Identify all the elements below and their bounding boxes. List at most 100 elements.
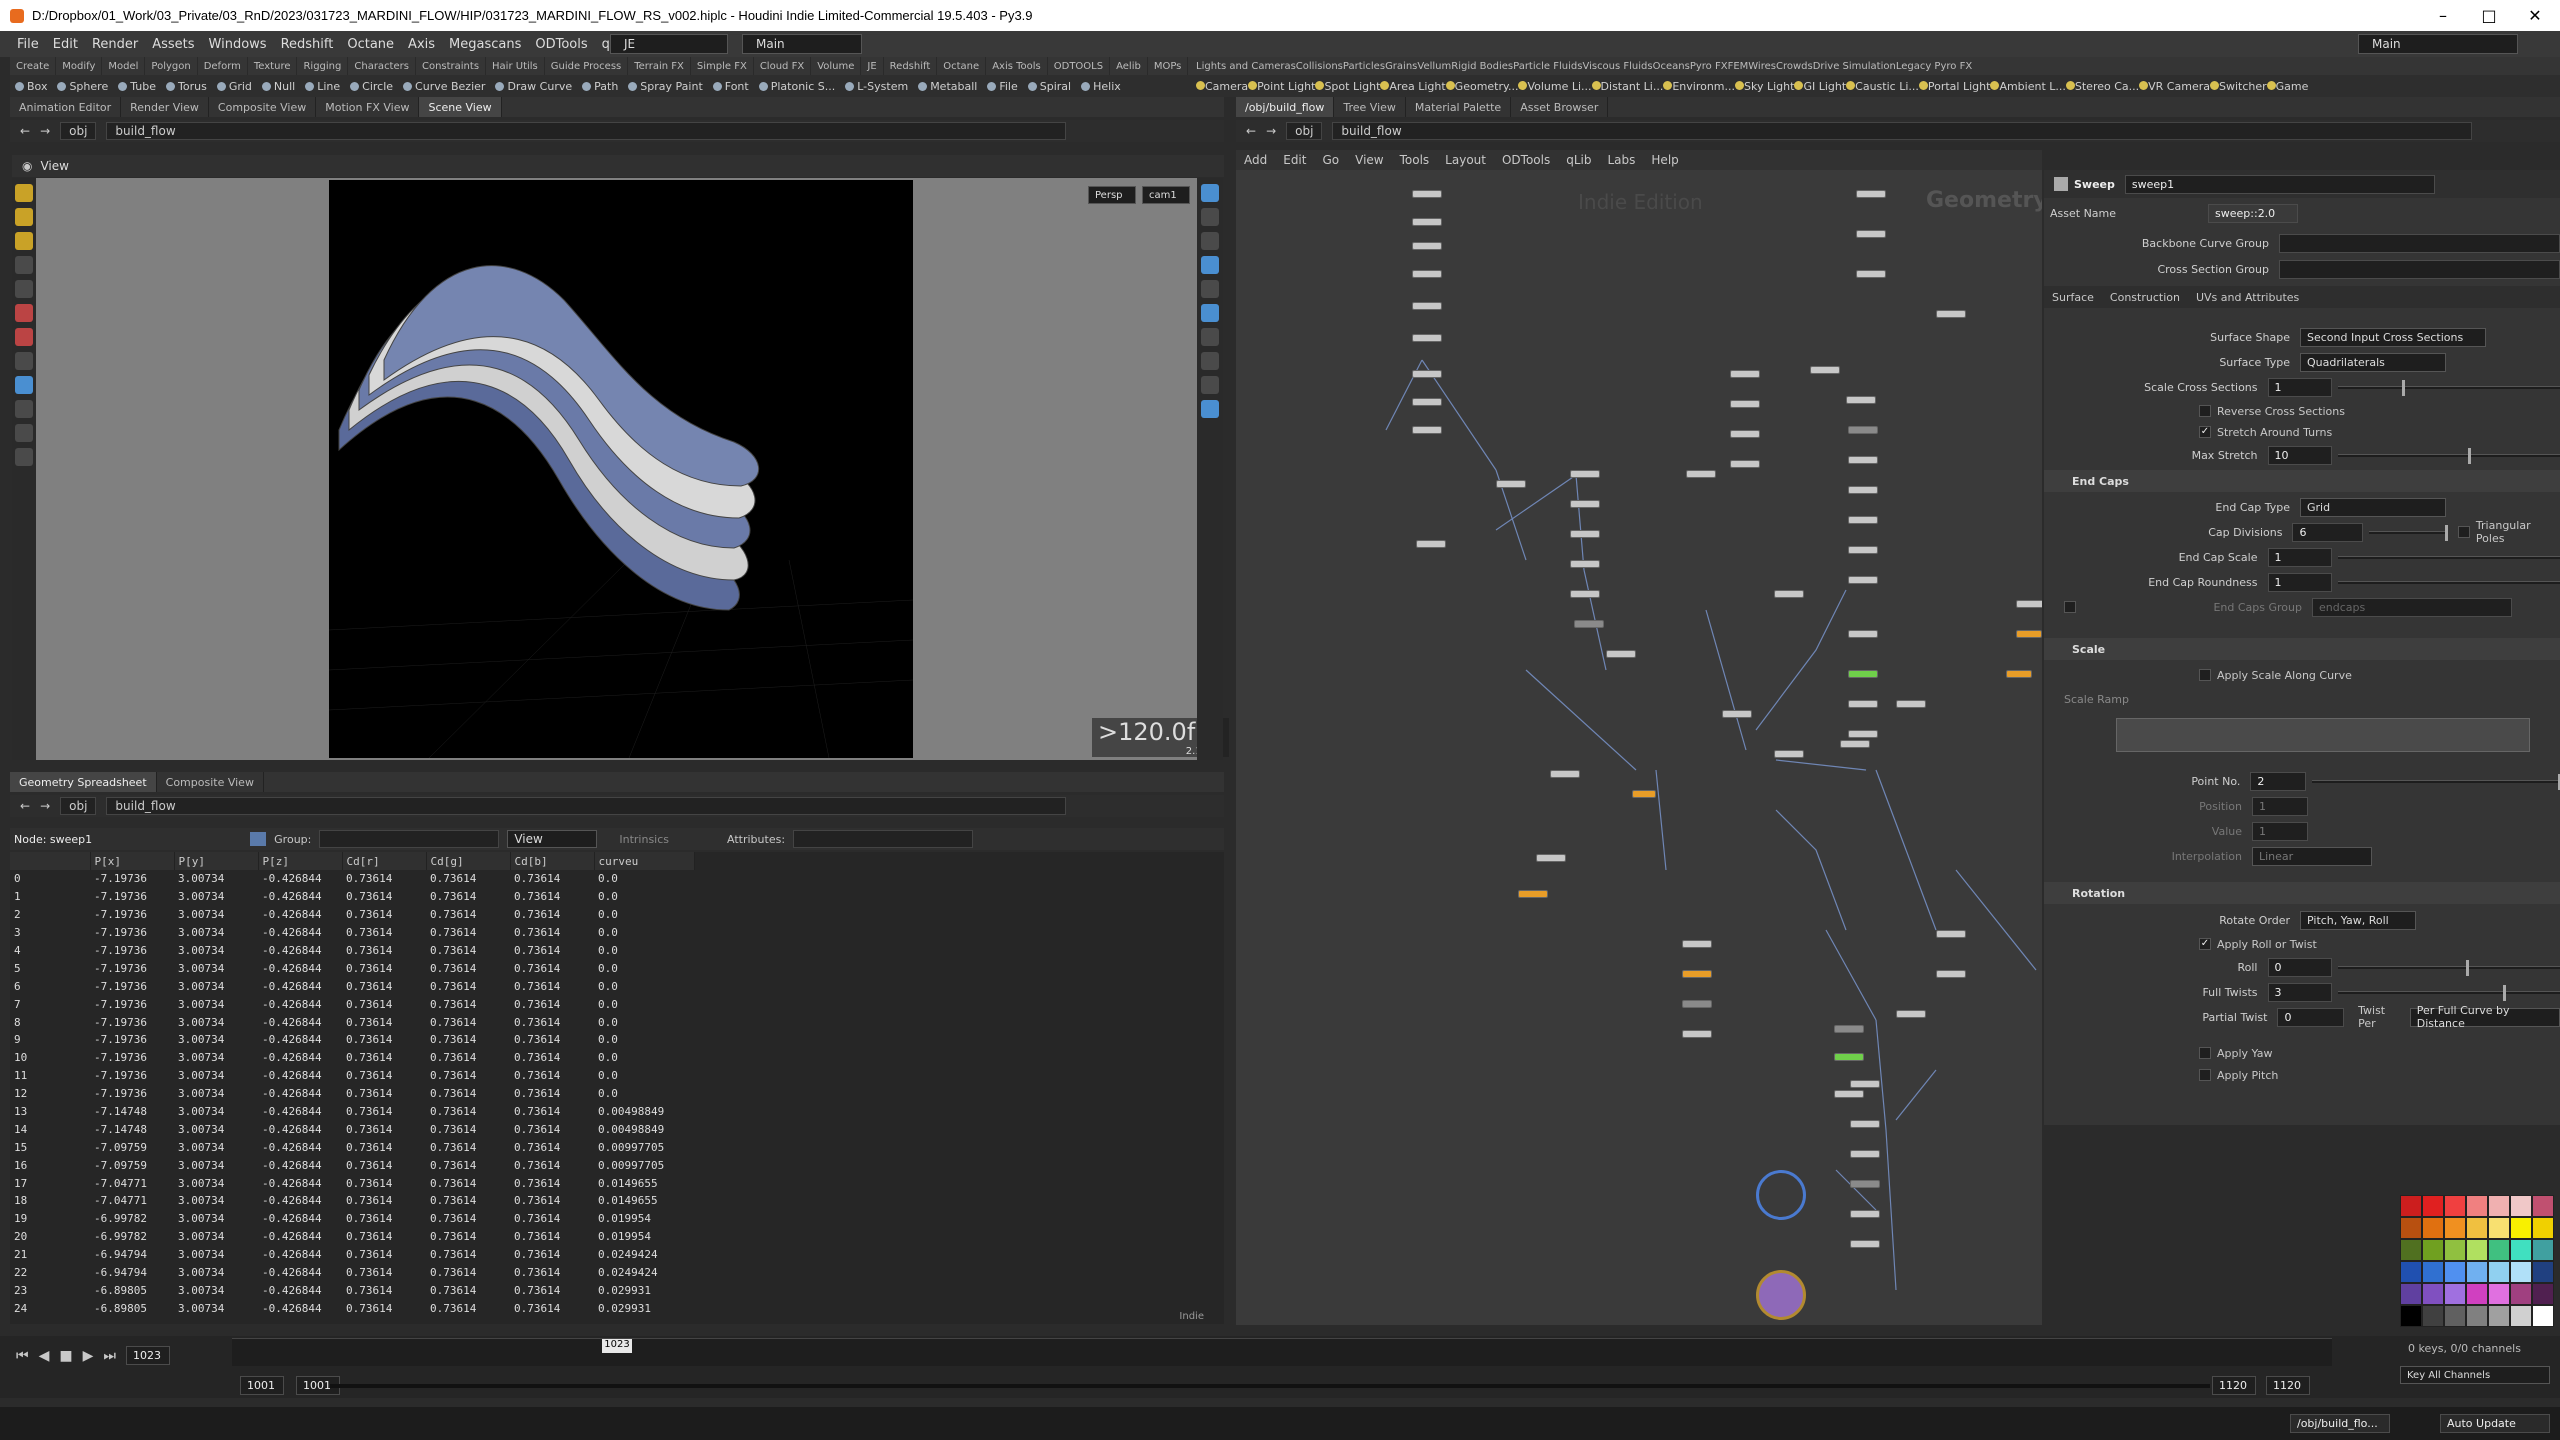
points-mode-icon[interactable]: [250, 832, 267, 846]
shelf-tool-right-1[interactable]: Point Light: [1248, 80, 1315, 93]
shelf-tab-right-7[interactable]: Viscous Fluids: [1582, 61, 1652, 72]
scale-ramp-editor[interactable]: [2116, 718, 2530, 752]
camera-menu[interactable]: cam1: [1142, 186, 1190, 204]
network-node[interactable]: [1896, 1010, 1926, 1018]
network-node[interactable]: [1730, 430, 1760, 438]
network-node[interactable]: [1936, 930, 1966, 938]
point-no-field[interactable]: 2: [2250, 771, 2307, 791]
render-region-icon[interactable]: [15, 304, 33, 322]
color-swatch[interactable]: [2510, 1239, 2532, 1261]
table-row[interactable]: 14 -7.14748 3.00734 -0.426844 0.73614 0.73614…: [10, 1120, 694, 1138]
twist-per-menu[interactable]: Per Full Curve by Distance: [2409, 1004, 2560, 1030]
shelf-tab-right-10[interactable]: FEM: [1728, 61, 1749, 72]
network-menu-item-7[interactable]: qLib: [1558, 153, 1599, 167]
right-tab-2[interactable]: Material Palette: [1406, 97, 1512, 117]
color-palette[interactable]: [2400, 1195, 2554, 1327]
interp-menu[interactable]: Linear: [2252, 846, 2372, 866]
table-row[interactable]: 22 -6.94794 3.00734 -0.426844 0.73614 0.73614…: [10, 1264, 694, 1282]
shelf-tab-right-11[interactable]: Wires: [1748, 61, 1776, 72]
network-node[interactable]: [1682, 1030, 1712, 1038]
path-node[interactable]: build_flow: [106, 797, 1067, 815]
color-swatch[interactable]: [2510, 1305, 2532, 1327]
param-tab-0[interactable]: Surface: [2044, 286, 2102, 308]
network-node[interactable]: [1570, 530, 1600, 538]
shelf-tab-19[interactable]: ODTOOLS: [1048, 57, 1111, 75]
stretch-checkbox[interactable]: ✓: [2199, 426, 2211, 438]
shelf-tab-4[interactable]: Deform: [198, 57, 248, 75]
network-node[interactable]: [1686, 470, 1716, 478]
snap-icon[interactable]: [15, 352, 33, 370]
menu-item-8[interactable]: Megascans: [442, 37, 528, 52]
shelf-tab-18[interactable]: Axis Tools: [986, 57, 1048, 75]
table-row[interactable]: 21 -6.94794 3.00734 -0.426844 0.73614 0.73614…: [10, 1246, 694, 1264]
table-row[interactable]: 23 -6.89805 3.00734 -0.426844 0.73614 0.73614…: [10, 1281, 694, 1299]
network-node[interactable]: [1412, 190, 1442, 198]
shelf-tool-right-11[interactable]: Portal Light: [1918, 80, 1990, 93]
shelf-tool-right-9[interactable]: GI Light: [1794, 80, 1846, 93]
network-node[interactable]: [1570, 560, 1600, 568]
shelf-tool-14[interactable]: L-System: [840, 80, 913, 93]
network-node[interactable]: [1850, 1120, 1880, 1128]
color-swatch[interactable]: [2422, 1283, 2444, 1305]
bottom-tab-0[interactable]: Geometry Spreadsheet: [10, 772, 157, 792]
endcaps-section[interactable]: End Caps: [2044, 470, 2560, 492]
output-node[interactable]: [1756, 1270, 1806, 1320]
shelf-tool-11[interactable]: Spray Paint: [623, 80, 707, 93]
shelf-tool-right-14[interactable]: VR Camera: [2139, 80, 2210, 93]
network-menu-item-0[interactable]: Add: [1236, 153, 1275, 167]
shelf-tab-right-0[interactable]: Lights and Cameras: [1196, 61, 1296, 72]
color-swatch[interactable]: [2488, 1217, 2510, 1239]
table-row[interactable]: 15 -7.09759 3.00734 -0.426844 0.73614 0.73614…: [10, 1138, 694, 1156]
intrinsics-label[interactable]: Intrinsics: [619, 833, 669, 846]
shelf-tool-right-12[interactable]: Ambient L...: [1990, 80, 2066, 93]
network-menu-item-4[interactable]: Tools: [1392, 153, 1438, 167]
network-node[interactable]: [1850, 1210, 1880, 1218]
shelf-tab-17[interactable]: Octane: [937, 57, 987, 75]
shelf-tab-8[interactable]: Constraints: [416, 57, 487, 75]
network-node[interactable]: [1682, 1000, 1712, 1008]
pose-tool-icon[interactable]: [15, 256, 33, 274]
shelf-tab-14[interactable]: Volume: [811, 57, 862, 75]
network-node[interactable]: [1496, 480, 1526, 488]
network-node[interactable]: [1848, 516, 1878, 524]
network-node[interactable]: [1730, 400, 1760, 408]
network-node[interactable]: [1846, 396, 1876, 404]
color-swatch[interactable]: [2422, 1261, 2444, 1283]
shelf-tab-right-4[interactable]: Vellum: [1417, 61, 1451, 72]
back-arrow-icon[interactable]: ←: [20, 124, 30, 138]
network-node[interactable]: [1536, 854, 1566, 862]
network-node[interactable]: [1848, 456, 1878, 464]
color-swatch[interactable]: [2532, 1217, 2554, 1239]
magnet-icon[interactable]: [15, 328, 33, 346]
table-row[interactable]: 19 -6.99782 3.00734 -0.426844 0.73614 0.73614…: [10, 1210, 694, 1228]
backbone-field[interactable]: [2278, 233, 2560, 253]
network-node[interactable]: [1848, 546, 1878, 554]
color-swatch[interactable]: [2466, 1217, 2488, 1239]
network-node[interactable]: [1856, 270, 1886, 278]
column-header[interactable]: Cd[r]: [342, 852, 427, 870]
endcaps-group-checkbox[interactable]: [2064, 601, 2076, 613]
color-swatch[interactable]: [2400, 1261, 2422, 1283]
roll-slider[interactable]: [2337, 959, 2560, 976]
shelf-tab-13[interactable]: Cloud FX: [754, 57, 812, 75]
camera-tool-icon[interactable]: [15, 400, 33, 418]
menu-item-1[interactable]: Edit: [46, 37, 85, 52]
network-node[interactable]: [1682, 970, 1712, 978]
forward-arrow-icon[interactable]: →: [40, 124, 50, 138]
color-swatch[interactable]: [2400, 1283, 2422, 1305]
range-end2-field[interactable]: 1120: [2266, 1376, 2310, 1395]
current-frame-field[interactable]: 1023: [126, 1346, 171, 1365]
network-node[interactable]: [1518, 890, 1548, 898]
menu-item-5[interactable]: Redshift: [274, 37, 341, 52]
network-node[interactable]: [1848, 700, 1878, 708]
column-header[interactable]: P[y]: [174, 852, 259, 870]
network-node[interactable]: [1834, 1053, 1864, 1061]
path-obj[interactable]: obj: [60, 797, 97, 815]
light-tool-icon[interactable]: [15, 424, 33, 442]
shelf-tool-right-10[interactable]: Caustic Li...: [1846, 80, 1919, 93]
left-tab-1[interactable]: Render View: [121, 97, 209, 117]
point-no-slider[interactable]: [2312, 773, 2560, 790]
left-tab-4[interactable]: Scene View: [419, 97, 502, 117]
network-node[interactable]: [1730, 370, 1760, 378]
color-swatch[interactable]: [2422, 1217, 2444, 1239]
